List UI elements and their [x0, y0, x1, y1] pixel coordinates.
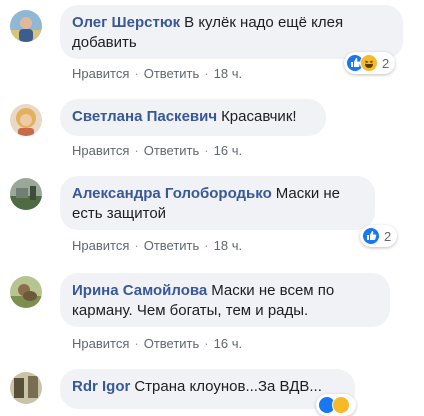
- reactions-summary[interactable]: 2: [360, 225, 398, 247]
- like-icon: [362, 227, 380, 245]
- comment-author[interactable]: Олег Шерстюк: [72, 14, 180, 31]
- avatar[interactable]: [10, 372, 42, 404]
- separator-dot: ·: [134, 336, 139, 351]
- comment-text: Красавчик!: [221, 108, 297, 125]
- comment-bubble: Светлана Паскевич Красавчик!: [60, 99, 326, 136]
- reply-link[interactable]: Ответить: [144, 66, 200, 81]
- reply-link[interactable]: Ответить: [144, 238, 200, 253]
- comment-author[interactable]: Rdr Igor: [72, 378, 130, 395]
- comment-time[interactable]: 18 ч.: [214, 238, 242, 253]
- haha-icon: [360, 54, 378, 72]
- comment-text: Маски не: [275, 185, 340, 202]
- comment-bubble: Rdr Igor Страна клоунов...За ВДВ...: [60, 369, 355, 409]
- comment-text: Страна клоунов...За ВДВ...: [134, 378, 322, 395]
- comment-bubble: Александра Голобородько Маски не есть защ…: [60, 176, 375, 230]
- comment-author[interactable]: Ирина Самойлова: [72, 282, 207, 299]
- haha-icon: [332, 396, 350, 414]
- comment-text: В кулёк надо ещё клея: [184, 14, 344, 31]
- separator-dot: ·: [134, 238, 139, 253]
- comment-bubble: Олег Шерстюк В кулёк надо ещё клея добави…: [60, 5, 403, 59]
- comment-actions: Нравится · Ответить · 18 ч.: [72, 66, 242, 82]
- like-link[interactable]: Нравится: [72, 336, 129, 351]
- reply-link[interactable]: Ответить: [144, 143, 200, 158]
- avatar[interactable]: [10, 276, 42, 308]
- like-link[interactable]: Нравится: [72, 143, 129, 158]
- comment-text-cont: есть защитой: [72, 205, 167, 222]
- comment-bubble: Ирина Самойлова Маски не всем по карману.…: [60, 273, 390, 327]
- reply-link[interactable]: Ответить: [144, 336, 200, 351]
- comment-text-cont: добавить: [72, 34, 137, 51]
- separator-dot: ·: [204, 336, 209, 351]
- separator-dot: ·: [204, 66, 209, 81]
- like-link[interactable]: Нравится: [72, 66, 129, 81]
- comment-author[interactable]: Александра Голобородько: [72, 185, 272, 202]
- comment-text: Маски не всем по: [211, 282, 335, 299]
- comment-text-cont: карману. Чем богаты, тем и рады.: [72, 302, 309, 319]
- comment-author[interactable]: Светлана Паскевич: [72, 108, 217, 125]
- avatar[interactable]: [10, 104, 42, 136]
- separator-dot: ·: [204, 238, 209, 253]
- comment-time[interactable]: 16 ч.: [214, 336, 242, 351]
- reaction-count: 2: [384, 228, 392, 244]
- separator-dot: ·: [134, 143, 139, 158]
- reaction-count: 2: [382, 55, 390, 71]
- like-link[interactable]: Нравится: [72, 238, 129, 253]
- comment-actions: Нравится · Ответить · 16 ч.: [72, 336, 242, 352]
- separator-dot: ·: [134, 66, 139, 81]
- avatar[interactable]: [10, 10, 42, 42]
- comment-actions: Нравится · Ответить · 16 ч.: [72, 143, 242, 159]
- comment-time[interactable]: 18 ч.: [214, 66, 242, 81]
- reactions-summary[interactable]: [316, 394, 356, 416]
- comment-actions: Нравится · Ответить · 18 ч.: [72, 238, 242, 254]
- comment-time[interactable]: 16 ч.: [214, 143, 242, 158]
- reactions-summary[interactable]: 2: [344, 52, 396, 74]
- avatar[interactable]: [10, 178, 42, 210]
- separator-dot: ·: [204, 143, 209, 158]
